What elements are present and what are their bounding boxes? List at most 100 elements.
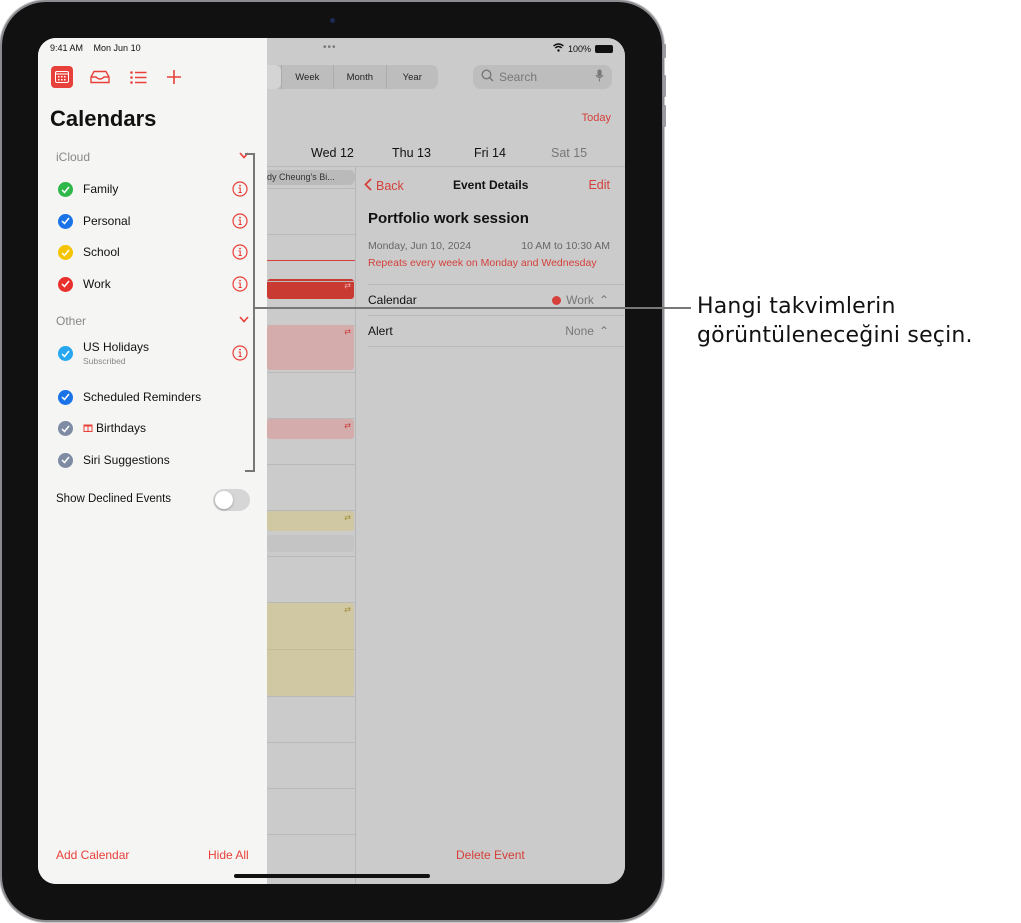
alert-value-text: None xyxy=(565,324,594,338)
calendar-label: Calendar xyxy=(368,293,417,307)
checkmark-icon[interactable] xyxy=(58,276,73,292)
gift-icon xyxy=(83,421,93,435)
all-day-event[interactable]: dy Cheung's Bi... xyxy=(263,170,355,185)
event-block[interactable]: ⇄ xyxy=(267,419,354,439)
chevron-updown-icon: ⌃ xyxy=(598,293,609,307)
microphone-icon[interactable] xyxy=(595,69,604,85)
calendar-name: Work xyxy=(83,276,111,291)
calendar-item-siri-suggestions[interactable]: Siri Suggestions xyxy=(58,447,253,475)
hour-line xyxy=(267,188,355,189)
day-header-thu[interactable]: Thu 13 xyxy=(392,146,431,160)
alert-label: Alert xyxy=(368,324,393,338)
all-day-event-title: dy Cheung's Bi... xyxy=(267,172,335,182)
calendar-name: School xyxy=(83,245,120,259)
event-block-work[interactable]: ⇄ xyxy=(267,279,354,299)
delete-event-button[interactable]: Delete Event xyxy=(456,848,525,862)
calendar-value-text: Work xyxy=(566,293,594,307)
event-repeat: Repeats every week on Monday and Wednesd… xyxy=(368,257,597,269)
calendar-item-scheduled-reminders[interactable]: Scheduled Reminders xyxy=(58,384,253,412)
day-header-fri[interactable]: Fri 14 xyxy=(474,146,506,160)
event-details-title: Event Details xyxy=(453,178,529,192)
calendar-item-us-holidays[interactable]: US Holidays Subscribed xyxy=(58,340,253,368)
calendar-subtitle: Subscribed xyxy=(83,356,126,366)
hour-line xyxy=(267,556,355,557)
front-camera xyxy=(330,18,335,23)
segment-month[interactable]: Month xyxy=(333,65,385,89)
hour-line xyxy=(267,834,355,835)
toggle-knob xyxy=(215,491,233,509)
calendar-icon[interactable] xyxy=(51,66,73,88)
inbox-icon[interactable] xyxy=(89,66,111,88)
top-button xyxy=(663,44,666,58)
calendar-name: Siri Suggestions xyxy=(83,452,170,467)
status-date: Mon Jun 10 xyxy=(93,43,141,53)
volume-down-button xyxy=(663,105,666,127)
calendar-name: Family xyxy=(83,182,119,196)
callout-text: Hangi takvimlerin görüntüleneceğini seçi… xyxy=(697,292,973,350)
day-header-sat[interactable]: Sat 15 xyxy=(551,146,587,160)
column-divider xyxy=(355,166,356,884)
hour-line xyxy=(267,281,355,282)
plus-icon[interactable] xyxy=(163,66,185,88)
segment-year[interactable]: Year xyxy=(385,65,438,89)
volume-up-button xyxy=(663,75,666,97)
search-placeholder: Search xyxy=(499,70,538,84)
header-divider xyxy=(267,166,625,167)
calendar-name-wrap: Scheduled Reminders xyxy=(83,390,201,404)
calendar-row[interactable]: Calendar Work ⌃ xyxy=(368,284,624,315)
callout-line-2: görüntüleneceğini seçin. xyxy=(697,323,973,348)
hour-line xyxy=(267,788,355,789)
back-button[interactable]: Back xyxy=(364,178,404,194)
hide-all-button[interactable]: Hide All xyxy=(208,848,249,862)
today-button[interactable]: Today xyxy=(582,112,611,124)
calendar-name: Personal xyxy=(83,213,131,228)
alert-row[interactable]: Alert None ⌃ xyxy=(368,315,624,347)
calendar-item-personal[interactable]: Personal xyxy=(58,208,253,236)
edit-button[interactable]: Edit xyxy=(588,178,610,192)
event-block[interactable]: ⇄ xyxy=(267,325,354,370)
calendar-item-family[interactable]: Family xyxy=(58,176,253,204)
calendars-sidebar: 9:41 AM Mon Jun 10 Calendars iCloud Famil… xyxy=(38,38,267,884)
checkmark-icon[interactable] xyxy=(58,213,73,229)
hour-line xyxy=(267,649,355,650)
event-block[interactable] xyxy=(267,535,354,552)
checkmark-icon[interactable] xyxy=(58,245,73,260)
calendar-name-wrap: Birthdays xyxy=(83,421,146,435)
calendar-item-work[interactable]: Work xyxy=(58,271,253,299)
calendars-title: Calendars xyxy=(50,106,157,131)
hour-line xyxy=(267,234,355,235)
search-field[interactable]: Search xyxy=(473,65,612,89)
wifi-icon xyxy=(553,43,564,54)
day-header-wed[interactable]: Wed 12 xyxy=(311,146,354,160)
show-declined-toggle[interactable] xyxy=(213,489,250,511)
calendar-name-wrap: Siri Suggestions xyxy=(83,453,170,467)
status-left: 9:41 AM Mon Jun 10 xyxy=(50,43,149,53)
checkmark-icon[interactable] xyxy=(58,346,73,361)
home-indicator[interactable] xyxy=(234,874,430,878)
calendar-value[interactable]: Work ⌃ xyxy=(552,293,609,307)
calendar-item-school[interactable]: School xyxy=(58,239,253,267)
calendar-name: Birthdays xyxy=(96,421,147,435)
multitasking-dots[interactable]: ••• xyxy=(323,42,337,53)
status-right: 100% xyxy=(553,43,613,54)
calendar-name-wrap: US Holidays xyxy=(83,340,149,354)
calendar-name-wrap: Personal xyxy=(83,214,130,228)
checkmark-icon[interactable] xyxy=(58,389,73,405)
segment-week[interactable]: Week xyxy=(280,65,333,89)
show-declined-label: Show Declined Events xyxy=(56,493,172,505)
section-label[interactable]: iCloud xyxy=(56,150,90,164)
back-label: Back xyxy=(376,179,404,193)
calendar-name-wrap: Family xyxy=(83,182,118,196)
alert-value[interactable]: None ⌃ xyxy=(565,324,609,338)
section-label[interactable]: Other xyxy=(56,314,86,328)
checkmark-icon[interactable] xyxy=(58,452,73,468)
list-icon[interactable] xyxy=(127,66,149,88)
add-calendar-button[interactable]: Add Calendar xyxy=(56,848,129,862)
calendar-item-birthdays[interactable]: Birthdays xyxy=(58,415,253,443)
battery-percent: 100% xyxy=(567,43,591,54)
checkmark-icon[interactable] xyxy=(58,182,73,197)
calendar-name-wrap: School xyxy=(83,245,120,259)
checkmark-icon[interactable] xyxy=(58,421,73,436)
event-block[interactable]: ⇄ xyxy=(267,511,354,531)
callout-line-1: Hangi takvimlerin xyxy=(697,294,896,319)
